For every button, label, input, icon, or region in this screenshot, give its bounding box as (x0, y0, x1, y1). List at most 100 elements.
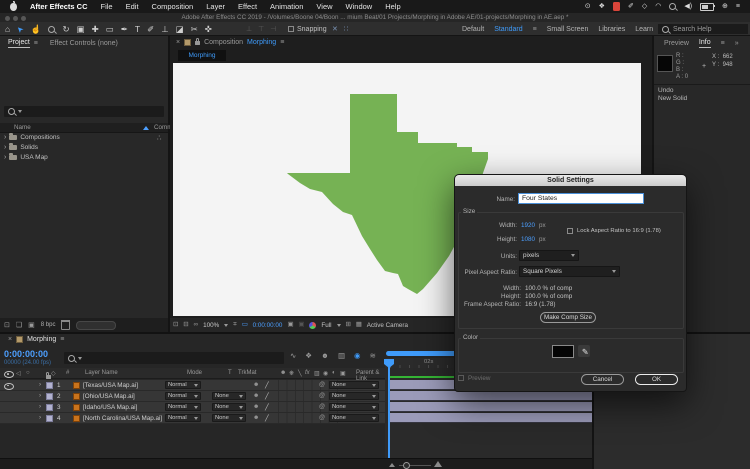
pixel-aspect-icon[interactable]: ⊞ (346, 321, 351, 328)
brush-tool-icon[interactable]: ✐ (147, 25, 154, 34)
wireframe-icon[interactable]: ❖ (305, 352, 312, 360)
workspace-tab-small-screen[interactable]: Small Screen (547, 26, 589, 33)
parent-dropdown[interactable]: None (329, 414, 379, 422)
pixel-snap-icon[interactable]: ✕ (332, 26, 338, 33)
zoom-tool-icon[interactable] (48, 25, 56, 33)
adobe-app-icon[interactable] (612, 2, 620, 11)
quality-switch-icon[interactable]: ╲ (298, 370, 302, 377)
solid-name-input[interactable]: Four States (518, 193, 644, 204)
resolution-caret-icon[interactable] (336, 323, 341, 327)
timeline-panel-menu-icon[interactable] (60, 336, 64, 343)
solo-column-icon[interactable]: ○ (26, 370, 30, 376)
layer-disclosure-icon[interactable] (39, 392, 41, 399)
composition-panel-menu-icon[interactable] (280, 39, 284, 46)
snapping-checkbox[interactable] (288, 26, 294, 32)
project-item-label[interactable]: USA Map (20, 154, 47, 161)
show-snapshot-icon[interactable]: ▣ (298, 321, 304, 328)
resolution-value[interactable]: Full (321, 322, 331, 329)
snapshot-camera-icon[interactable]: ▣ (287, 321, 293, 328)
project-item-compositions[interactable]: Compositions ∴ (4, 133, 161, 142)
label-column-icon[interactable]: ◇ (51, 370, 56, 377)
roto-brush-tool-icon[interactable]: ✂ (191, 25, 198, 34)
flowchart-icon[interactable]: ∴ (157, 134, 161, 142)
lock-aspect-checkbox[interactable] (567, 228, 573, 234)
zoom-in-mountain-icon[interactable] (434, 461, 442, 467)
workspace-tab-libraries[interactable]: Libraries (598, 26, 625, 33)
motion-blur-icon[interactable]: ◉ (354, 352, 361, 360)
channels-icon[interactable] (309, 321, 317, 329)
frame-blend-switch-icon[interactable]: ▥ (314, 370, 320, 377)
menu-edit[interactable]: Edit (126, 2, 139, 11)
info-panel-menu-icon[interactable] (721, 40, 725, 47)
type-tool-icon[interactable]: T (135, 25, 140, 34)
layer-row-north-carolina[interactable]: 4 [North Carolina/USA Map.ai] Normal Non… (0, 413, 385, 424)
make-comp-size-button[interactable]: Make Comp Size (540, 312, 596, 323)
disclosure-icon[interactable] (4, 144, 6, 151)
parent-dropdown[interactable]: None (329, 392, 379, 400)
timeline-zoom-slider-knob[interactable] (403, 462, 410, 469)
project-scrollbar[interactable] (76, 320, 117, 330)
blend-mode-dropdown[interactable]: Normal (165, 381, 201, 389)
sketch-icon[interactable]: ✐ (628, 3, 634, 10)
motion-path-icon[interactable]: ∿ (290, 352, 296, 360)
timeline-timecode[interactable]: 0:00:00:00 (4, 349, 48, 359)
new-folder-icon[interactable]: ❏ (16, 322, 22, 329)
column-number[interactable]: # (66, 370, 69, 376)
project-search-box[interactable] (4, 106, 164, 117)
sort-ascending-icon[interactable] (143, 125, 149, 130)
eraser-tool-icon[interactable]: ◪ (176, 25, 184, 34)
audio-column-icon[interactable]: ◁ (16, 370, 21, 377)
menu-effect[interactable]: Effect (238, 2, 257, 11)
disclosure-icon[interactable] (4, 134, 6, 141)
help-search-box[interactable]: Search Help (658, 24, 748, 34)
timeline-search-box[interactable] (64, 352, 284, 364)
units-dropdown[interactable]: pixels (519, 250, 579, 261)
menu-view[interactable]: View (316, 2, 332, 11)
parent-pickwhip-icon[interactable]: @ (319, 404, 325, 410)
pen-tool-icon[interactable]: ✒ (121, 25, 128, 34)
blend-mode-dropdown[interactable]: Normal (165, 392, 201, 400)
disclosure-icon[interactable] (4, 154, 6, 161)
trkmat-dropdown[interactable]: None (212, 414, 246, 422)
tab-project[interactable]: Project (8, 39, 30, 48)
graph-editor-icon[interactable]: ≋ (370, 352, 376, 360)
column-t[interactable]: T (228, 370, 232, 376)
blend-mode-dropdown[interactable]: Normal (165, 414, 201, 422)
project-item-usa-map[interactable]: USA Map (4, 153, 48, 161)
close-icon[interactable] (8, 336, 12, 343)
zoom-out-mountain-icon[interactable] (389, 463, 395, 467)
frame-blend-icon[interactable]: ▥ (338, 352, 345, 360)
workspace-tab-learn[interactable]: Learn (635, 26, 653, 33)
selection-tool-icon[interactable]: ➤ (15, 24, 26, 35)
video-column-eye-icon[interactable] (4, 371, 14, 378)
volume-icon[interactable]: ◀) (684, 3, 692, 10)
parent-pickwhip-icon[interactable]: @ (319, 393, 325, 399)
layer-visibility-eye-icon[interactable] (4, 382, 14, 390)
layer-row-idaho[interactable]: 3 [Idaho/USA Map.ai] Normal None ☻ ╱ @ N… (0, 402, 385, 413)
menu-window[interactable]: Window (346, 2, 373, 11)
history-item-new-solid[interactable]: New Solid (658, 95, 687, 103)
window-zoom-button[interactable] (21, 15, 26, 21)
preview-checkbox[interactable] (458, 375, 464, 381)
control-center-icon[interactable]: ≡ (736, 3, 740, 10)
view-layout-value[interactable]: Active Camera (367, 322, 408, 329)
project-bit-depth[interactable]: 8 bpc (41, 322, 56, 328)
threed-switch-icon[interactable]: ▣ (340, 370, 346, 377)
bluetooth-icon[interactable]: ◇ (642, 3, 647, 10)
shy-guy-icon[interactable]: ☻ (321, 352, 329, 360)
eyedropper-icon[interactable]: ✐ (578, 345, 590, 357)
project-item-label[interactable]: Solids (20, 144, 38, 151)
window-minimize-button[interactable] (13, 15, 18, 21)
column-mode[interactable]: Mode (187, 370, 202, 376)
layer-name[interactable]: [Idaho/USA Map.ai] (83, 404, 137, 411)
screen-mirroring-icon[interactable]: ⊙ (585, 3, 591, 10)
layer-row-ohio[interactable]: 2 [Ohio/USA Map.ai] Normal None ☻ ╱ @ No… (0, 391, 385, 402)
quality-toggle-icon[interactable]: ╱ (265, 404, 269, 411)
layer-duration-bar-idaho[interactable] (390, 402, 592, 412)
layer-disclosure-icon[interactable] (39, 381, 41, 388)
lock-icon[interactable] (195, 37, 201, 45)
shy-switch-icon[interactable]: ☻ (280, 370, 286, 376)
workspace-tab-standard[interactable]: Standard (494, 26, 522, 33)
zoom-caret-icon[interactable] (224, 323, 229, 327)
timeline-tab[interactable]: Morphing (8, 336, 64, 343)
